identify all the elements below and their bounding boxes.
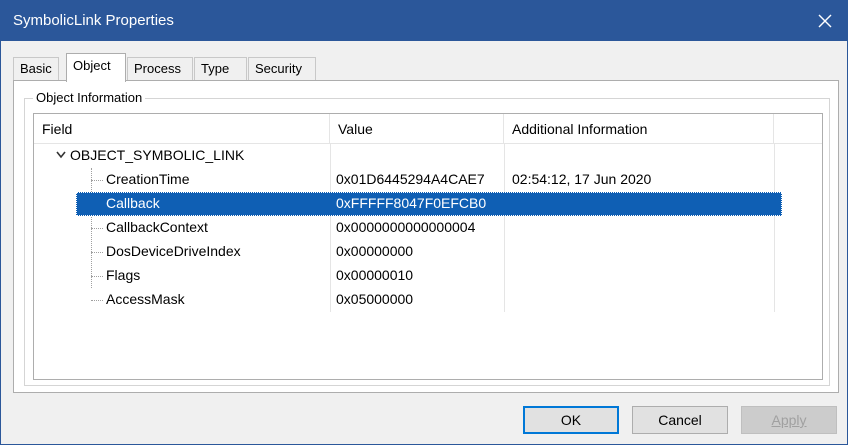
field-value: 0x01D6445294A4CAE7	[336, 171, 485, 187]
field-name: Flags	[106, 267, 141, 283]
field-name: Callback	[106, 195, 160, 211]
column-divider	[774, 240, 775, 264]
column-divider	[330, 288, 331, 312]
close-button[interactable]	[811, 7, 839, 35]
column-header-value[interactable]: Value	[330, 114, 504, 144]
list-item[interactable]: Flags 0x00000010	[34, 264, 822, 288]
list-item[interactable]: CreationTime 0x01D6445294A4CAE7 02:54:12…	[34, 168, 822, 192]
list-item-selected[interactable]: Callback 0xFFFFF8047F0EFCB0	[34, 192, 822, 216]
column-divider	[504, 168, 505, 192]
list-item[interactable]: CallbackContext 0x0000000000000004	[34, 216, 822, 240]
field-name: CallbackContext	[106, 219, 208, 235]
column-divider	[504, 264, 505, 288]
column-divider	[330, 168, 331, 192]
list-item[interactable]: AccessMask 0x05000000	[34, 288, 822, 312]
object-info-list[interactable]: Field Value Additional Information OBJEC…	[33, 113, 823, 380]
column-divider	[774, 264, 775, 288]
list-item[interactable]: DosDeviceDriveIndex 0x00000000	[34, 240, 822, 264]
object-tab-panel: Object Information Field Value Additiona…	[13, 80, 839, 393]
column-divider	[330, 216, 331, 240]
field-value: 0x05000000	[336, 291, 414, 307]
field-name: CreationTime	[106, 171, 190, 187]
column-divider	[504, 144, 505, 168]
field-value: 0x0000000000000004	[336, 219, 476, 235]
apply-button[interactable]: Apply	[741, 406, 837, 434]
field-name: AccessMask	[106, 291, 185, 307]
tab-basic[interactable]: Basic	[13, 57, 59, 81]
field-value: 0x00000000	[336, 243, 414, 259]
column-divider	[774, 288, 775, 312]
apply-button-label: Apply	[771, 412, 807, 428]
cancel-button[interactable]: Cancel	[632, 406, 728, 434]
column-divider	[774, 144, 775, 168]
column-divider	[330, 144, 331, 168]
field-additional-info: 02:54:12, 17 Jun 2020	[512, 171, 652, 187]
title-bar[interactable]: SymbolicLink Properties	[1, 1, 847, 41]
column-divider	[330, 264, 331, 288]
tree-node-root[interactable]: OBJECT_SYMBOLIC_LINK	[34, 144, 822, 168]
ok-button[interactable]: OK	[523, 406, 619, 434]
column-header-additional-information[interactable]: Additional Information	[504, 114, 774, 144]
chevron-down-icon[interactable]	[56, 151, 66, 159]
column-divider	[330, 240, 331, 264]
tab-process[interactable]: Process	[127, 57, 193, 81]
list-header: Field Value Additional Information	[34, 114, 822, 144]
window-title: SymbolicLink Properties	[13, 12, 174, 29]
tab-security[interactable]: Security	[248, 57, 316, 81]
field-name: DosDeviceDriveIndex	[106, 243, 241, 259]
object-information-group: Object Information Field Value Additiona…	[24, 90, 830, 386]
root-node-label: OBJECT_SYMBOLIC_LINK	[70, 147, 245, 163]
tab-type[interactable]: Type	[194, 57, 247, 81]
properties-dialog: SymbolicLink Properties Basic Object Pro…	[0, 0, 848, 445]
field-value: 0xFFFFF8047F0EFCB0	[336, 195, 487, 211]
column-divider	[774, 216, 775, 240]
close-icon	[818, 14, 832, 28]
column-divider	[504, 288, 505, 312]
tab-object[interactable]: Object	[66, 53, 126, 82]
column-divider	[774, 168, 775, 192]
field-value: 0x00000010	[336, 267, 414, 283]
column-divider	[504, 240, 505, 264]
group-label: Object Information	[33, 90, 146, 105]
column-header-field[interactable]: Field	[34, 114, 330, 144]
column-divider	[504, 216, 505, 240]
